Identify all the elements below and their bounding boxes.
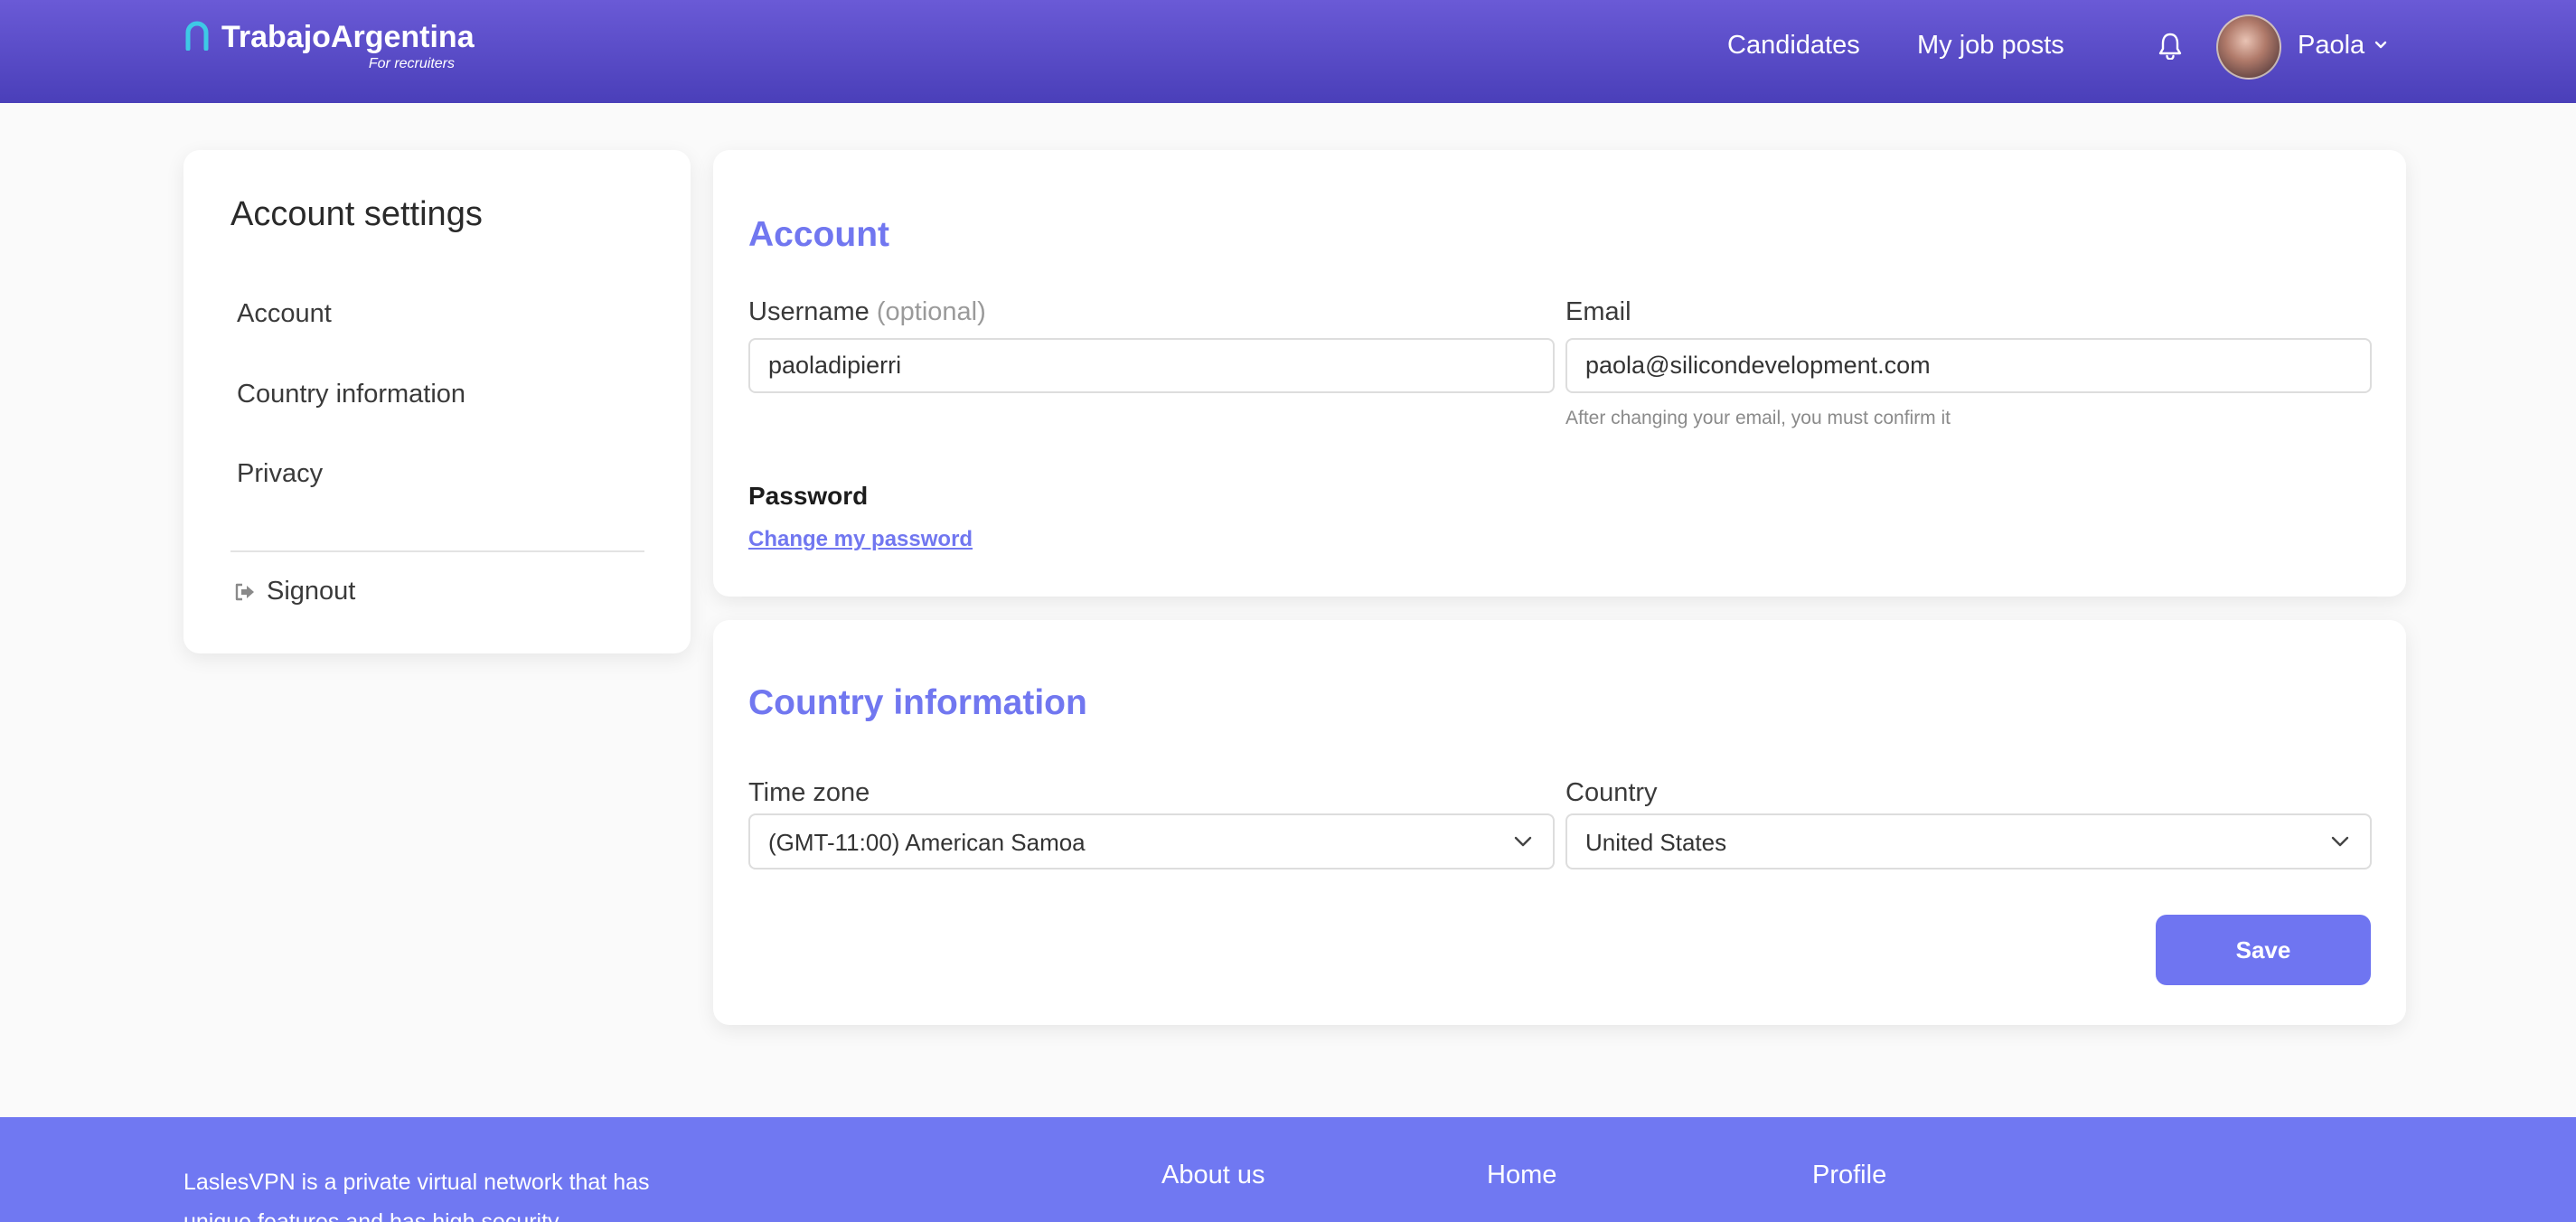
timezone-label: Time zone — [748, 778, 870, 807]
chevron-down-icon — [1514, 836, 1532, 847]
country-value: United States — [1585, 829, 1727, 856]
chevron-down-icon — [2331, 836, 2349, 847]
country-section: Country information Time zone (GMT-11:00… — [713, 620, 2406, 1025]
avatar[interactable] — [2216, 14, 2281, 80]
username-label: Username (optional) — [748, 297, 986, 327]
settings-sidebar: Account settings Account Country informa… — [183, 150, 691, 653]
site-footer: LaslesVPN is a private virtual network t… — [0, 1117, 2576, 1222]
save-button[interactable]: Save — [2156, 915, 2371, 985]
signout-button[interactable]: Signout — [234, 577, 355, 606]
footer-description: LaslesVPN is a private virtual network t… — [183, 1170, 650, 1222]
account-section-title: Account — [748, 215, 889, 254]
bell-icon[interactable] — [2157, 31, 2184, 60]
country-select[interactable]: United States — [1565, 813, 2372, 870]
sidebar-item-account[interactable]: Account — [237, 299, 332, 329]
footer-link-home[interactable]: Home — [1487, 1161, 1556, 1190]
username-optional-text: (optional) — [876, 297, 986, 326]
username-label-text: Username — [748, 297, 870, 326]
nav-my-job-posts[interactable]: My job posts — [1917, 29, 2064, 61]
sidebar-divider — [230, 550, 644, 552]
password-label: Password — [748, 482, 869, 510]
top-header: TrabajoArgentina For recruiters Candidat… — [0, 0, 2576, 103]
sign-out-icon — [235, 583, 254, 600]
change-password-link[interactable]: Change my password — [748, 527, 973, 552]
country-section-title: Country information — [748, 683, 1087, 722]
email-input[interactable] — [1565, 338, 2372, 393]
timezone-value: (GMT-11:00) American Samoa — [768, 829, 1086, 856]
chevron-down-icon[interactable] — [2374, 38, 2388, 52]
sidebar-item-country-information[interactable]: Country information — [237, 380, 465, 409]
email-hint: After changing your email, you must conf… — [1565, 408, 1951, 428]
sidebar-item-privacy[interactable]: Privacy — [237, 459, 323, 489]
sidebar-title: Account settings — [230, 195, 483, 233]
brand-subtitle: For recruiters — [368, 56, 455, 71]
nav-candidates[interactable]: Candidates — [1727, 29, 1860, 61]
username-input[interactable] — [748, 338, 1555, 393]
country-label: Country — [1565, 778, 1658, 807]
timezone-select[interactable]: (GMT-11:00) American Samoa — [748, 813, 1555, 870]
user-name[interactable]: Paola — [2298, 29, 2364, 61]
brand-name: TrabajoArgentina — [221, 20, 475, 54]
account-section: Account Username (optional) Email After … — [713, 150, 2406, 597]
signout-label: Signout — [267, 577, 356, 606]
footer-link-profile[interactable]: Profile — [1812, 1161, 1886, 1190]
footer-link-about-us[interactable]: About us — [1161, 1161, 1264, 1190]
brand-logo[interactable]: TrabajoArgentina — [183, 20, 475, 54]
brand-mark-icon — [185, 21, 209, 51]
email-label: Email — [1565, 297, 1631, 326]
